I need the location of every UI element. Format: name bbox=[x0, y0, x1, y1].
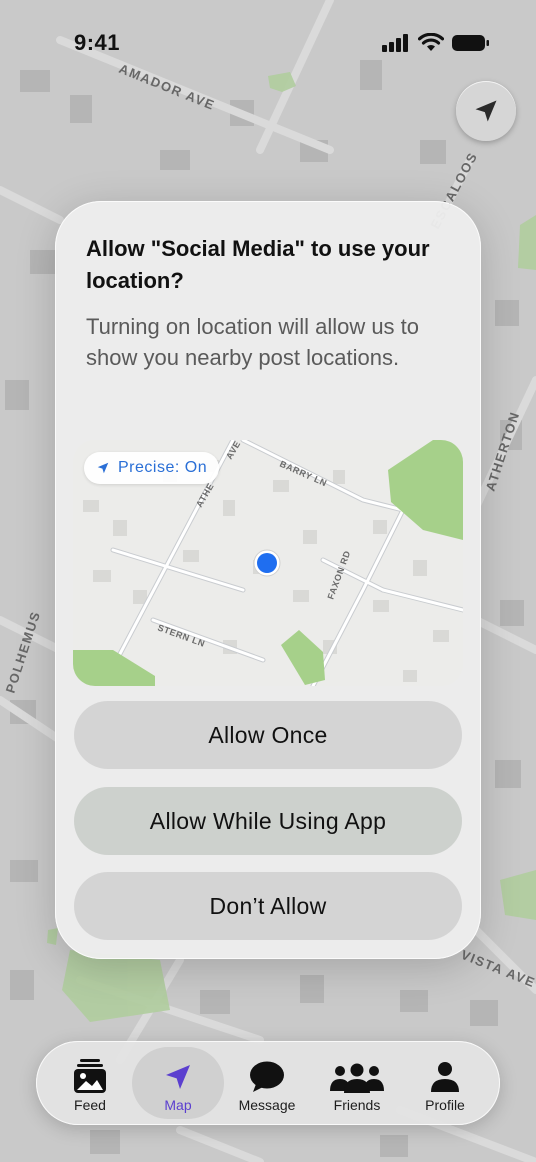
dialog-message: Turning on location will allow us to sho… bbox=[86, 314, 420, 370]
people-icon bbox=[330, 1063, 384, 1093]
tab-label: Feed bbox=[74, 1097, 106, 1113]
tab-label: Map bbox=[164, 1097, 192, 1113]
status-time: 9:41 bbox=[74, 30, 121, 55]
precise-label: Precise: On bbox=[118, 459, 208, 476]
battery-icon bbox=[452, 35, 489, 51]
person-icon bbox=[431, 1062, 459, 1092]
location-preview-map: ATHE AVE BARRY LN FAXON RD STERN LN Prec… bbox=[73, 440, 463, 686]
dont-allow-label: Don’t Allow bbox=[209, 892, 327, 919]
tab-feed[interactable]: Feed bbox=[44, 1047, 136, 1119]
tab-label: Profile bbox=[425, 1097, 465, 1113]
status-bar: 9:41 bbox=[0, 0, 536, 86]
allow-while-using-button[interactable]: Allow While Using App bbox=[74, 787, 462, 855]
status-icons bbox=[382, 33, 490, 53]
signal-icon bbox=[382, 34, 408, 52]
dont-allow-button[interactable]: Don’t Allow bbox=[74, 872, 462, 940]
allow-once-label: Allow Once bbox=[208, 721, 328, 748]
chat-bubble-icon bbox=[250, 1061, 284, 1092]
allow-while-using-label: Allow While Using App bbox=[149, 807, 387, 834]
wifi-icon bbox=[418, 33, 444, 51]
tab-label: Message bbox=[238, 1097, 296, 1113]
precise-location-toggle[interactable]: Precise: On bbox=[84, 452, 220, 484]
tab-label: Friends bbox=[333, 1097, 381, 1113]
photo-stack-icon bbox=[74, 1059, 106, 1093]
location-arrow-icon bbox=[97, 462, 109, 474]
dialog-title: Allow "Social Media" to use your locatio… bbox=[86, 236, 430, 293]
tab-profile[interactable]: Profile bbox=[399, 1047, 491, 1119]
screen: AMADOR AVE ESCALOOS ATHERTON POLHEMUS VI… bbox=[0, 0, 536, 1162]
allow-once-button[interactable]: Allow Once bbox=[74, 701, 462, 769]
tab-friends[interactable]: Friends bbox=[311, 1047, 403, 1119]
tab-bar: Feed Map Message Friends Profile bbox=[36, 1041, 500, 1125]
current-location-button[interactable] bbox=[456, 81, 516, 141]
location-arrow-icon bbox=[475, 100, 497, 122]
tab-message[interactable]: Message bbox=[221, 1047, 313, 1119]
location-arrow-icon bbox=[166, 1065, 190, 1089]
location-permission-dialog: Allow "Social Media" to use your locatio… bbox=[55, 201, 481, 959]
tab-map[interactable]: Map bbox=[132, 1047, 224, 1119]
